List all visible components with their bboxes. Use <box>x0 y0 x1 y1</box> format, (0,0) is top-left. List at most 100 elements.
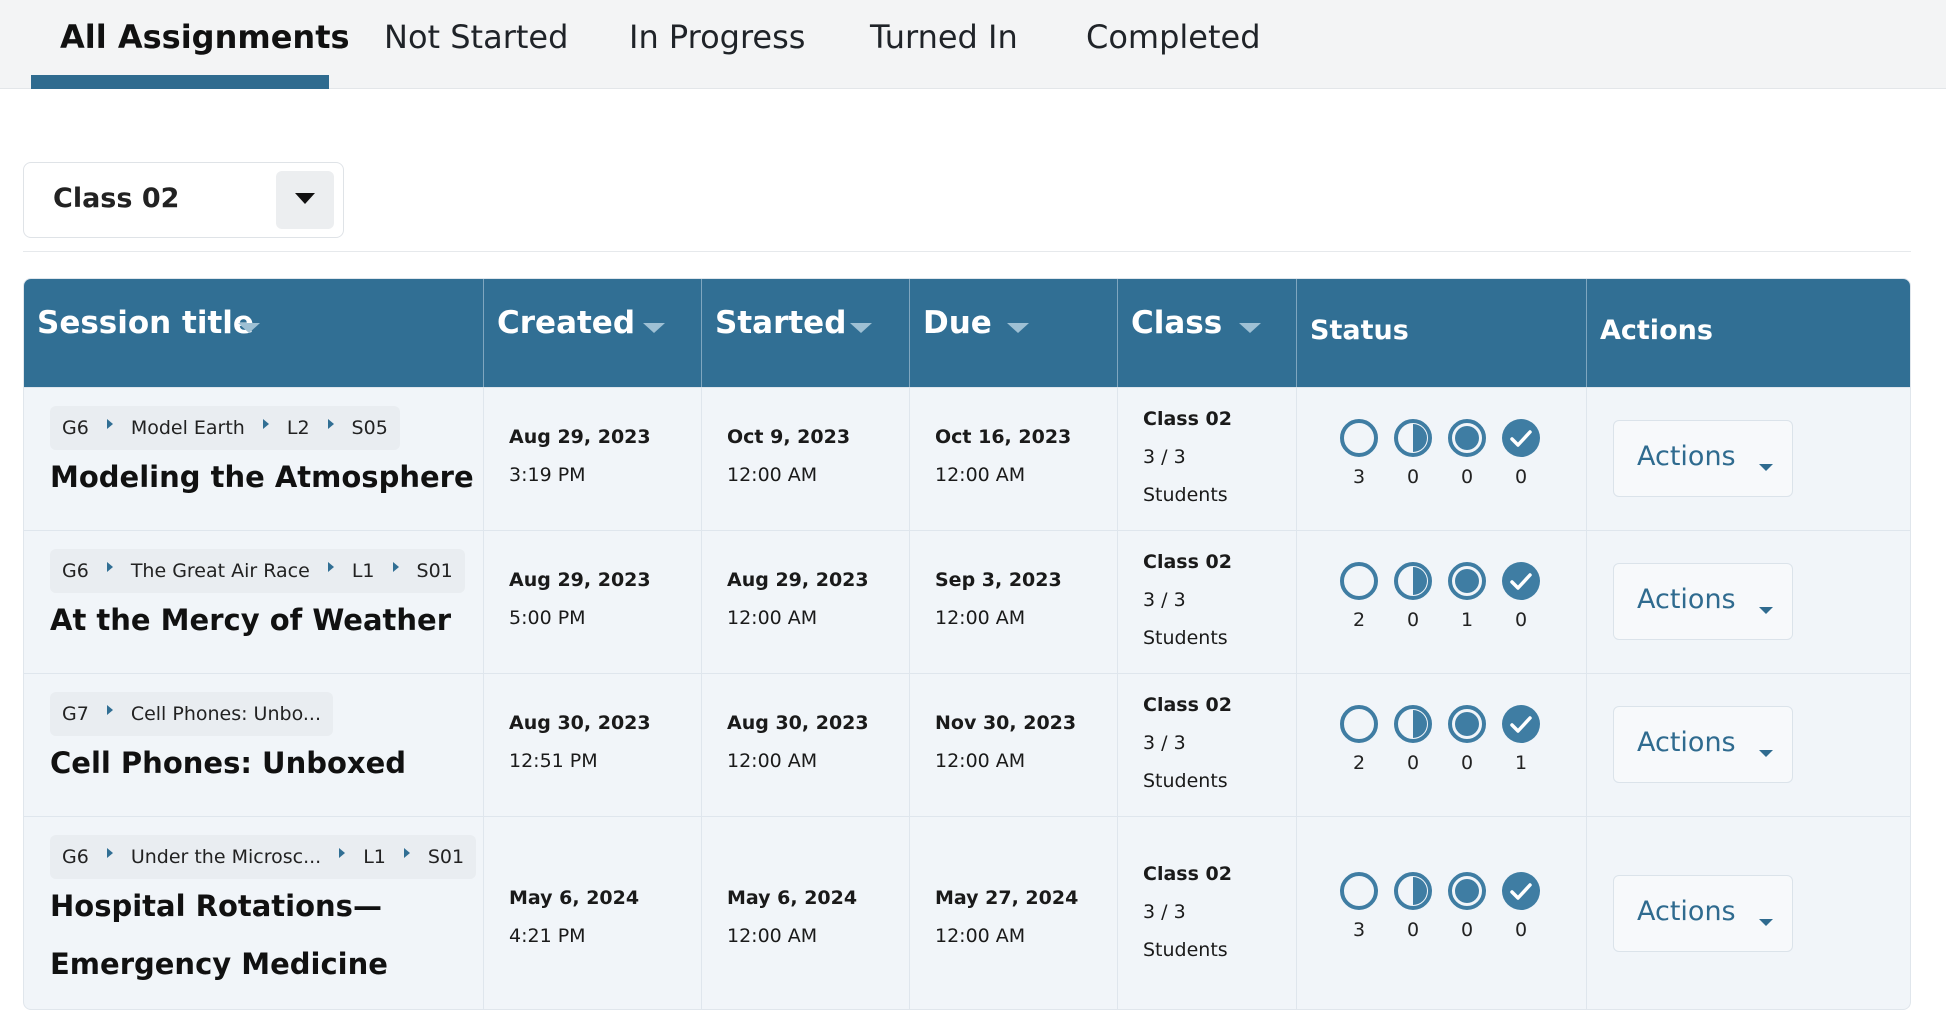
breadcrumb-item: S05 <box>351 417 388 439</box>
students-label: Students <box>1143 770 1228 792</box>
completed-check-circle-icon <box>1501 871 1541 911</box>
status-count: 0 <box>1460 919 1474 941</box>
tab-turned-in[interactable]: Turned In <box>870 0 1018 89</box>
sort-caret-icon[interactable] <box>643 323 665 335</box>
header-actions: Actions <box>1600 315 1713 346</box>
started-date: Oct 9, 2023 <box>727 426 851 448</box>
actions-dropdown-button[interactable]: Actions <box>1613 706 1793 783</box>
tab-not-started[interactable]: Not Started <box>384 0 568 89</box>
class-cell: Class 02 3 / 3 Students <box>1118 674 1297 816</box>
session-title[interactable]: Cell Phones: Unboxed <box>50 734 406 792</box>
breadcrumb: G6 The Great Air Race L1 S01 <box>50 549 465 593</box>
session-title[interactable]: Hospital Rotations— <box>50 877 382 935</box>
status-cell: 2001 <box>1297 674 1587 816</box>
sort-caret-icon[interactable] <box>850 323 872 335</box>
sort-caret-icon[interactable] <box>238 323 260 335</box>
started-cell: Oct 9, 2023 12:00 AM <box>702 388 910 530</box>
breadcrumb-item: Cell Phones: Unbo... <box>130 703 321 725</box>
created-cell: Aug 29, 2023 5:00 PM <box>484 531 702 673</box>
table-row: G6 Model Earth L2 S05 Modeling the Atmospher… <box>24 387 1910 530</box>
breadcrumb-item: Model Earth <box>130 417 245 439</box>
caret-down-icon <box>295 193 315 204</box>
actions-dropdown-button[interactable]: Actions <box>1613 563 1793 640</box>
header-due[interactable]: Due <box>910 279 1118 387</box>
sort-caret-icon[interactable] <box>1239 323 1261 335</box>
filter-divider <box>23 251 1911 252</box>
due-date: Nov 30, 2023 <box>935 712 1077 734</box>
status-count: 2 <box>1352 752 1366 774</box>
breadcrumb-chevron-icon <box>106 848 113 858</box>
tab-completed[interactable]: Completed <box>1086 0 1261 89</box>
created-date: May 6, 2024 <box>509 887 640 909</box>
breadcrumb-item: L1 <box>363 846 386 868</box>
breadcrumb: G7 Cell Phones: Unbo... <box>50 692 333 736</box>
actions-button-label: Actions <box>1637 727 1736 758</box>
header-created[interactable]: Created <box>484 279 702 387</box>
created-date: Aug 29, 2023 <box>509 569 651 591</box>
session-title[interactable]: Emergency Medicine <box>50 935 388 993</box>
class-cell: Class 02 3 / 3 Students <box>1118 817 1297 1009</box>
status-indicator: 0 <box>1393 704 1433 774</box>
header-session-title[interactable]: Session title <box>24 279 484 387</box>
class-filter-select[interactable]: Class 02 <box>23 162 344 238</box>
not-started-circle-icon <box>1339 871 1379 911</box>
breadcrumb-chevron-icon <box>106 705 113 715</box>
status-indicator: 1 <box>1501 704 1541 774</box>
actions-dropdown-button[interactable]: Actions <box>1613 420 1793 497</box>
caret-down-icon <box>1759 743 1773 762</box>
status-indicator: 0 <box>1501 871 1541 941</box>
due-date: Oct 16, 2023 <box>935 426 1072 448</box>
due-time: 12:00 AM <box>935 925 1026 947</box>
actions-dropdown-button[interactable]: Actions <box>1613 875 1793 952</box>
status-cell: 3 0 0 0 <box>1297 817 1587 1009</box>
status-count: 1 <box>1460 609 1474 631</box>
breadcrumb-chevron-icon <box>327 419 334 429</box>
sort-caret-icon[interactable] <box>1007 323 1029 335</box>
status-count: 2 <box>1352 609 1366 631</box>
started-cell: Aug 29, 2023 12:00 AM <box>702 531 910 673</box>
session-title[interactable]: Modeling the Atmosphere <box>50 448 474 506</box>
header-started[interactable]: Started <box>702 279 910 387</box>
table-header: Session title Created Started Due Class … <box>24 279 1910 387</box>
session-title-cell: G6 Model Earth L2 S05 Modeling the Atmospher… <box>24 388 484 530</box>
status-count: 0 <box>1514 466 1528 488</box>
created-time: 12:51 PM <box>509 750 598 772</box>
status-indicator: 0 <box>1501 418 1541 488</box>
assignment-tabs: All Assignments Not Started In Progress … <box>0 0 1946 89</box>
created-time: 5:00 PM <box>509 607 586 629</box>
completed-check-circle-icon <box>1501 418 1541 458</box>
active-tab-indicator <box>31 75 329 89</box>
class-filter-dropdown-button[interactable] <box>276 171 334 229</box>
header-class[interactable]: Class <box>1118 279 1297 387</box>
actions-cell: Actions <box>1587 388 1910 530</box>
status-count: 0 <box>1406 919 1420 941</box>
students-label: Students <box>1143 939 1228 961</box>
started-date: Aug 29, 2023 <box>727 569 869 591</box>
breadcrumb-item: The Great Air Race <box>130 560 310 582</box>
breadcrumb-item: G7 <box>62 703 89 725</box>
due-cell: Sep 3, 2023 12:00 AM <box>910 531 1118 673</box>
status-count: 0 <box>1406 609 1420 631</box>
turned-in-filled-circle-icon <box>1447 871 1487 911</box>
actions-button-label: Actions <box>1637 896 1736 927</box>
status-count: 1 <box>1514 752 1528 774</box>
status-count: 3 <box>1352 919 1366 941</box>
in-progress-half-circle-icon <box>1393 871 1433 911</box>
table-row: G7 Cell Phones: Unbo... Cell Phones: Unbox… <box>24 673 1910 816</box>
status-count: 0 <box>1406 466 1420 488</box>
class-filter-value: Class 02 <box>53 183 180 214</box>
header-status: Status <box>1297 279 1587 387</box>
breadcrumb: G6 Under the Microsc... L1 S01 <box>50 835 477 879</box>
status-count: 0 <box>1460 752 1474 774</box>
started-time: 12:00 AM <box>727 925 818 947</box>
students-label: Students <box>1143 484 1228 506</box>
session-title[interactable]: At the Mercy of Weather <box>50 591 451 649</box>
status-count: 0 <box>1514 919 1528 941</box>
tab-in-progress[interactable]: In Progress <box>629 0 805 89</box>
actions-button-label: Actions <box>1637 441 1736 472</box>
in-progress-half-circle-icon <box>1393 561 1433 601</box>
student-count: 3 / 3 <box>1143 732 1186 754</box>
breadcrumb-item: Under the Microsc... <box>130 846 322 868</box>
breadcrumb-item: G6 <box>62 417 89 439</box>
status-indicator: 0 <box>1393 871 1433 941</box>
